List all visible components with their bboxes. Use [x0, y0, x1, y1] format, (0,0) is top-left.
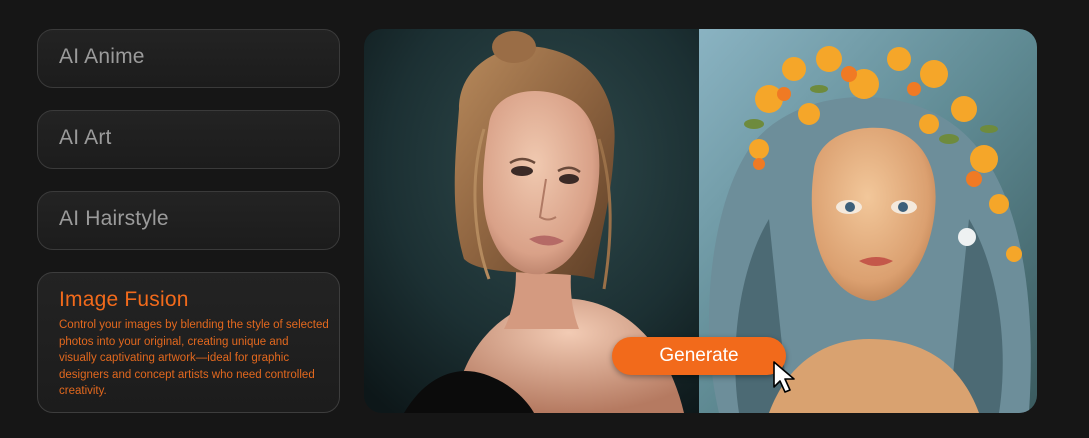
feature-card-image-fusion[interactable]: Image Fusion Control your images by blen…: [37, 272, 340, 413]
feature-description: Control your images by blending the styl…: [59, 319, 329, 397]
feature-title: AI Art: [59, 126, 112, 149]
feature-title: AI Anime: [59, 45, 145, 68]
feature-card-ai-art[interactable]: AI Art: [37, 110, 340, 169]
feature-title: AI Hairstyle: [59, 207, 169, 230]
feature-title: Image Fusion: [59, 288, 189, 311]
feature-showcase: AI Anime AI Art AI Hairstyle Image Fusio…: [0, 0, 1089, 438]
generate-button[interactable]: Generate: [612, 337, 786, 375]
feature-card-ai-hairstyle[interactable]: AI Hairstyle: [37, 191, 340, 250]
arrow-cursor-icon: [773, 361, 795, 393]
feature-card-ai-anime[interactable]: AI Anime: [37, 29, 340, 88]
